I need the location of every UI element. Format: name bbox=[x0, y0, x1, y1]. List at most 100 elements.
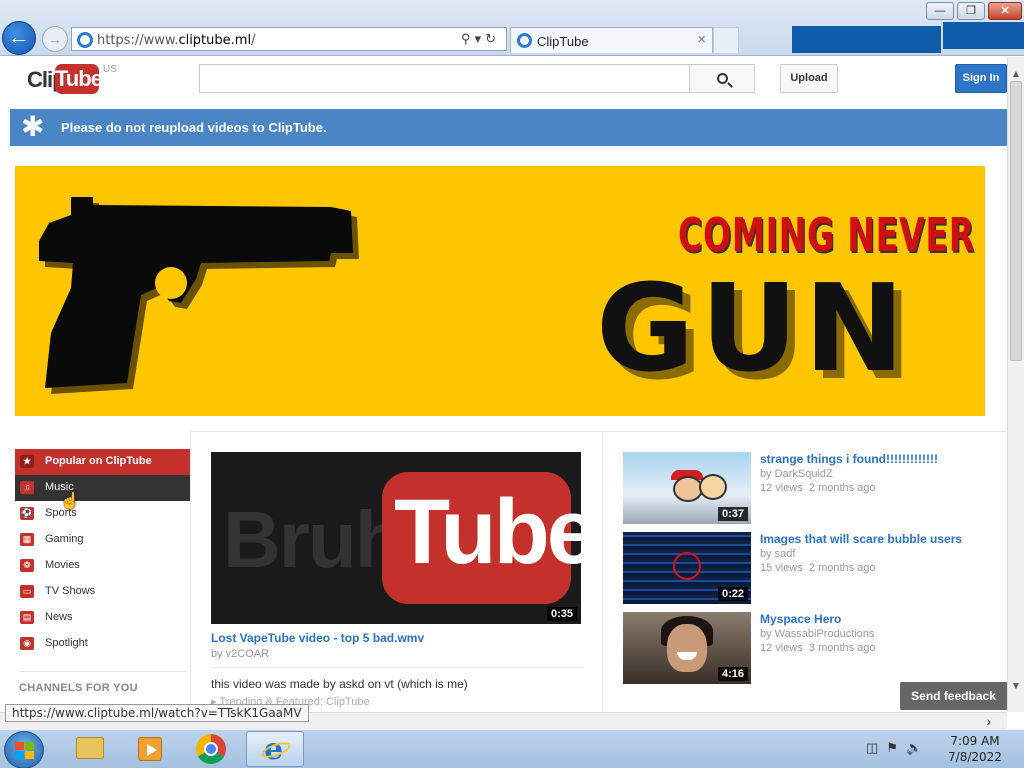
video-duration: 0:37 bbox=[717, 507, 748, 521]
new-tab-button[interactable] bbox=[713, 27, 739, 53]
taskbar-clock[interactable]: 7:09 AM 7/8/2022 bbox=[940, 733, 1010, 765]
restore-icon: ❐ bbox=[966, 5, 976, 17]
video-views: 15 views bbox=[760, 562, 803, 574]
guide-item-tv-shows[interactable]: ▭ TV Shows bbox=[15, 579, 190, 605]
guide-item-sports[interactable]: ⚽ Sports bbox=[15, 501, 190, 527]
guide-item-music[interactable]: ♫ Music bbox=[15, 475, 190, 501]
search-icon[interactable]: ⚲ bbox=[461, 31, 475, 46]
promo-banner[interactable]: COMING NEVER GUN bbox=[15, 166, 985, 416]
pistol-icon bbox=[39, 197, 359, 394]
scroll-down-icon[interactable]: ▼ bbox=[1011, 681, 1021, 692]
video-thumbnail[interactable]: 0:37 bbox=[623, 452, 751, 524]
hand-cursor-icon: ☝ bbox=[60, 493, 80, 510]
volume-icon[interactable]: 🔈 bbox=[906, 740, 930, 755]
guide-separator bbox=[19, 671, 186, 672]
guide-item-gaming[interactable]: ▦ Gaming bbox=[15, 527, 190, 553]
taskbar-chrome-button[interactable] bbox=[182, 731, 240, 767]
taskbar-explorer-button[interactable] bbox=[60, 731, 118, 767]
status-url-tooltip: https://www.cliptube.ml/watch?v=TTskK1Ga… bbox=[5, 704, 309, 722]
taskbar-ie-button[interactable]: e bbox=[246, 731, 304, 767]
channels-heading: CHANNELS FOR YOU bbox=[19, 682, 138, 694]
minimize-icon: — bbox=[934, 5, 946, 17]
tab-close-icon[interactable]: × bbox=[697, 31, 706, 48]
side-video-item[interactable]: 4:16 Myspace Hero by WassabiProductions … bbox=[623, 612, 1003, 684]
guide-sidebar: ★ Popular on ClipTube ♫ Music ⚽ Sports ▦… bbox=[15, 449, 190, 694]
video-meta: 12 views 3 months ago bbox=[760, 642, 876, 654]
send-feedback-button[interactable]: Send feedback bbox=[900, 682, 1007, 710]
clock-time: 7:09 AM bbox=[950, 734, 1000, 748]
video-author[interactable]: by sadf bbox=[760, 548, 795, 560]
video-duration: 0:22 bbox=[717, 587, 748, 601]
scrollbar-thumb[interactable] bbox=[1010, 81, 1022, 361]
vertical-scrollbar[interactable]: ▲ ▼ bbox=[1007, 57, 1024, 712]
side-video-item[interactable]: 0:22 Images that will scare bubble users… bbox=[623, 532, 1003, 604]
action-center-icon[interactable]: ⚑ bbox=[886, 740, 906, 755]
video-views: 12 views bbox=[760, 482, 803, 494]
close-window-button[interactable]: ✕ bbox=[988, 2, 1022, 20]
thumbnail-logo: Tube bbox=[382, 472, 581, 604]
guide-item-popular[interactable]: ★ Popular on ClipTube bbox=[15, 449, 190, 475]
section-divider bbox=[190, 431, 1007, 432]
newspaper-icon: ▤ bbox=[20, 611, 34, 624]
search-icon bbox=[717, 73, 728, 84]
back-button[interactable]: ← bbox=[2, 21, 36, 55]
video-thumbnail[interactable]: 4:16 bbox=[623, 612, 751, 684]
guide-item-label: Popular on ClipTube bbox=[45, 455, 152, 467]
forward-button[interactable]: → bbox=[42, 26, 68, 52]
video-title[interactable]: Myspace Hero bbox=[760, 612, 841, 626]
refresh-icon[interactable]: ↻ bbox=[485, 31, 500, 46]
scroll-right-icon[interactable]: › bbox=[986, 713, 991, 729]
featured-video-title[interactable]: Lost VapeTube video - top 5 bad.wmv bbox=[211, 631, 424, 645]
taskbar-media-player-button[interactable] bbox=[120, 731, 178, 767]
dropdown-icon[interactable]: ▾ bbox=[475, 31, 486, 46]
video-duration: 4:16 bbox=[717, 667, 748, 681]
featured-video-thumbnail[interactable]: Bruh Tube 0:35 bbox=[211, 452, 581, 624]
minimize-button[interactable]: — bbox=[926, 2, 954, 20]
search-input[interactable] bbox=[199, 64, 690, 93]
film-reel-icon: ❁ bbox=[20, 559, 34, 572]
tab-title: ClipTube bbox=[537, 34, 589, 49]
gamepad-icon: ▦ bbox=[20, 533, 34, 546]
upload-button[interactable]: Upload bbox=[780, 64, 838, 93]
guide-item-label: TV Shows bbox=[45, 585, 96, 597]
start-button[interactable] bbox=[4, 731, 44, 768]
restore-button[interactable]: ❐ bbox=[957, 2, 985, 20]
featured-video-description: this video was made by askd on vt (which… bbox=[211, 677, 468, 691]
spotlight-icon: ◉ bbox=[20, 637, 34, 650]
system-tray[interactable]: ◫⚑🔈 bbox=[866, 740, 930, 756]
address-bar[interactable]: https://www.cliptube.ml/ ⚲▾↻ bbox=[71, 27, 507, 51]
headphones-icon: ♫ bbox=[20, 481, 34, 494]
sign-in-button[interactable]: Sign In bbox=[955, 64, 1007, 93]
featured-video-author[interactable]: by v2COAR bbox=[211, 648, 269, 660]
search-button[interactable] bbox=[689, 64, 755, 93]
ie-favicon-icon bbox=[517, 33, 532, 48]
tv-icon: ▭ bbox=[20, 585, 34, 598]
video-author[interactable]: by DarkSquidZ bbox=[760, 468, 833, 480]
thumbnail-logo-text: Tube bbox=[394, 481, 581, 583]
clock-date: 7/8/2022 bbox=[948, 750, 1002, 764]
media-player-icon bbox=[138, 737, 162, 761]
region-label: US bbox=[103, 64, 117, 75]
video-title[interactable]: Images that will scare bubble users bbox=[760, 532, 962, 546]
internet-explorer-icon: e bbox=[259, 732, 293, 767]
cartoon-face-shape bbox=[699, 474, 727, 500]
video-views: 12 views bbox=[760, 642, 803, 654]
notice-bar: ✱ Please do not reupload videos to ClipT… bbox=[10, 109, 1007, 146]
video-thumbnail[interactable]: 0:22 bbox=[623, 532, 751, 604]
guide-item-spotlight[interactable]: ◉ Spotlight bbox=[15, 631, 190, 657]
tab-cliptube[interactable]: ClipTube × bbox=[510, 27, 713, 53]
guide-item-label: Gaming bbox=[45, 533, 84, 545]
video-title[interactable]: strange things i found!!!!!!!!!!!!! bbox=[760, 452, 938, 466]
side-video-item[interactable]: 0:37 strange things i found!!!!!!!!!!!!!… bbox=[623, 452, 1003, 524]
address-tools[interactable]: ⚲▾↻ bbox=[461, 31, 500, 47]
guide-item-news[interactable]: ▤ News bbox=[15, 605, 190, 631]
scroll-up-icon[interactable]: ▲ bbox=[1011, 69, 1021, 80]
guide-item-movies[interactable]: ❁ Movies bbox=[15, 553, 190, 579]
video-author[interactable]: by WassabiProductions bbox=[760, 628, 875, 640]
video-age: 2 months ago bbox=[808, 562, 876, 574]
toolbar-panel bbox=[943, 22, 1024, 49]
face-shape bbox=[667, 624, 707, 672]
video-meta: 15 views 2 months ago bbox=[760, 562, 876, 574]
network-icon[interactable]: ◫ bbox=[866, 740, 886, 755]
close-icon: ✕ bbox=[1000, 5, 1010, 17]
